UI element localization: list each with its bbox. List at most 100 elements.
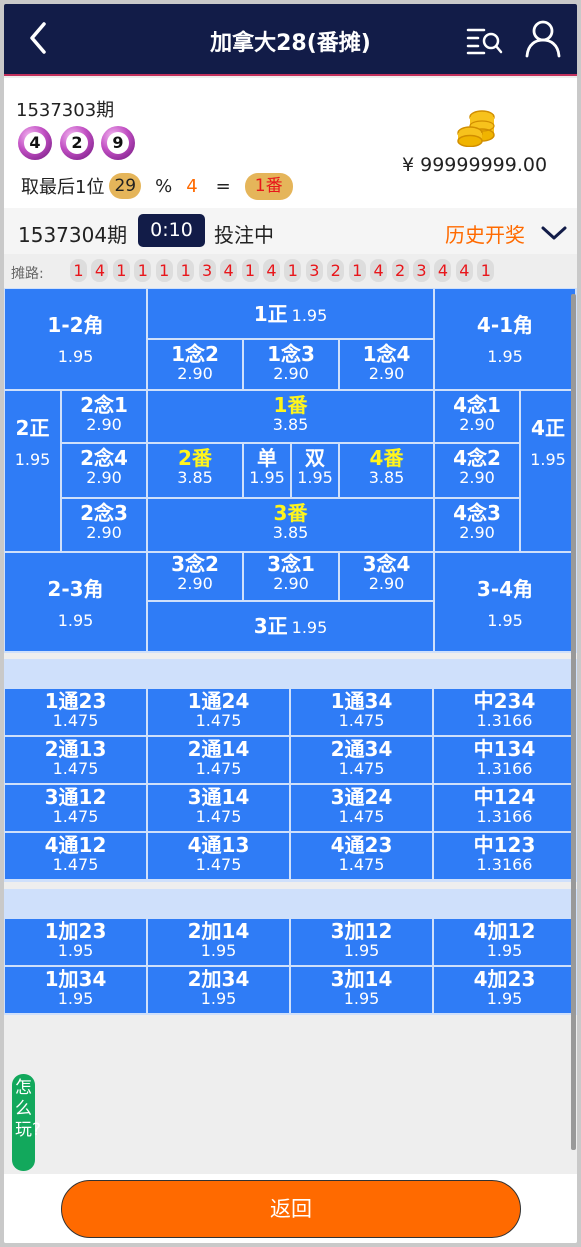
bet-cell-tong-1-2[interactable]: 2通34 1.475 [291,737,432,783]
bet-cell-tong-1-3[interactable]: 中134 1.3166 [434,737,575,783]
bet-cell-n12[interactable]: 1念2 2.90 [148,340,242,389]
back-button[interactable]: 返回 [61,1180,521,1238]
bet-cell-f2[interactable]: 2番 3.85 [148,444,242,497]
bet-cell-c41[interactable]: 4-1角 1.95 [435,289,575,389]
bet-cell-z3[interactable]: 3正 1.95 [148,602,433,651]
bet-cell-tong-1-1[interactable]: 2通14 1.475 [148,737,289,783]
bet-cell-c12[interactable]: 1-2角 1.95 [5,289,146,389]
bet-odds: 1.95 [14,450,51,469]
draw-history-link[interactable]: 历史开奖 [445,219,525,248]
bet-name: 4念3 [453,501,501,525]
bet-name: 4-1角 [476,313,534,337]
bet-odds: 1.475 [52,759,99,778]
scrollbar[interactable] [571,294,576,1150]
bet-cell-jia-1-2[interactable]: 3加14 1.95 [291,967,432,1013]
bet-odds: 1.95 [200,941,237,960]
road-map: 摊路: 14111134141321423441 [4,254,577,287]
bet-cell-tong-2-2[interactable]: 3通24 1.475 [291,785,432,831]
bet-cell-n14[interactable]: 1念4 2.90 [340,340,433,389]
bet-cell-jia-0-0[interactable]: 1加23 1.95 [5,919,146,965]
bet-cell-f1[interactable]: 1番 3.85 [148,391,433,442]
bet-cell-n41[interactable]: 4念1 2.90 [435,391,519,442]
road-item: 1 [177,259,195,282]
bet-cell-c34[interactable]: 3-4角 1.95 [435,553,575,651]
bet-cell-jia-0-1[interactable]: 2加14 1.95 [148,919,289,965]
bet-cell-tong-2-3[interactable]: 中124 1.3166 [434,785,575,831]
bet-cell-jia-1-1[interactable]: 2加34 1.95 [148,967,289,1013]
bet-name: 3-4角 [476,577,534,601]
bet-name: 2通13 [44,737,107,761]
bet-cell-n42[interactable]: 4念2 2.90 [435,444,519,497]
bet-name: 2加14 [187,919,250,943]
how-to-play-button[interactable]: 怎么玩? [12,1074,41,1171]
bet-cell-tong-0-0[interactable]: 1通23 1.475 [5,689,146,735]
road-item: 2 [327,259,345,282]
bet-cell-n32[interactable]: 3念2 2.90 [148,553,242,600]
road-item: 4 [220,259,238,282]
bet-odds: 1.475 [195,711,242,730]
bet-cell-z2[interactable]: 2正 1.95 [5,391,60,551]
road-item: 3 [305,259,323,282]
top-nav-bar: 加拿大28(番摊) [4,4,577,76]
bet-cell-jia-1-0[interactable]: 1加34 1.95 [5,967,146,1013]
bet-cell-n13[interactable]: 1念3 2.90 [244,340,338,389]
bet-cell-jia-0-3[interactable]: 4加12 1.95 [434,919,575,965]
road-item: 1 [241,259,259,282]
bet-cell-n21[interactable]: 2念1 2.90 [62,391,146,442]
bet-odds: 1.3166 [476,855,533,874]
bet-odds: 1.95 [487,611,523,630]
bet-cell-n43[interactable]: 4念3 2.90 [435,499,519,551]
bet-cell-c23[interactable]: 2-3角 1.95 [5,553,146,651]
bet-cell-tong-0-3[interactable]: 中234 1.3166 [434,689,575,735]
bet-cell-f4[interactable]: 4番 3.85 [340,444,433,497]
bet-cell-n34[interactable]: 3念4 2.90 [340,553,433,600]
user-profile-icon[interactable] [524,18,562,58]
bet-cell-n31[interactable]: 3念1 2.90 [244,553,338,600]
bet-cell-tong-3-3[interactable]: 中123 1.3166 [434,833,575,879]
chevron-down-icon[interactable] [540,224,568,242]
bet-odds: 1.95 [57,941,94,960]
bet-cell-dan[interactable]: 单 1.95 [244,444,290,497]
bet-odds: 1.95 [486,989,523,1008]
history-list-icon[interactable] [464,24,504,56]
bet-name: 1-2角 [47,313,104,337]
bet-odds: 3.85 [368,468,405,487]
bet-cell-z4[interactable]: 4正 1.95 [521,391,575,551]
bet-name: 3通12 [44,785,107,809]
bet-cell-n24[interactable]: 2念4 2.90 [62,444,146,497]
bet-odds: 1.95 [291,618,328,637]
bet-name: 1通24 [187,689,250,713]
result-ball: 2 [60,126,94,160]
bet-cell-tong-2-0[interactable]: 3通12 1.475 [5,785,146,831]
bet-odds: 1.95 [530,450,566,469]
app-screen: 加拿大28(番摊) 1537303期 4 2 9 取最后1位 29 % 4 = … [4,4,577,1243]
bet-cell-jia-1-3[interactable]: 4加23 1.95 [434,967,575,1013]
bet-name: 2念1 [80,393,128,417]
bet-cell-tong-0-1[interactable]: 1通24 1.475 [148,689,289,735]
bet-cell-z1[interactable]: 1正 1.95 [148,289,433,338]
bet-cell-tong-3-1[interactable]: 4通13 1.475 [148,833,289,879]
bet-name: 中123 [473,833,536,857]
bet-cell-f3[interactable]: 3番 3.85 [148,499,433,551]
bet-cell-tong-3-2[interactable]: 4通23 1.475 [291,833,432,879]
bet-odds: 1.95 [486,941,523,960]
bet-cell-tong-1-0[interactable]: 2通13 1.475 [5,737,146,783]
bet-cell-jia-0-2[interactable]: 3加12 1.95 [291,919,432,965]
bet-odds: 2.90 [459,523,495,542]
bet-cell-tong-0-2[interactable]: 1通34 1.475 [291,689,432,735]
bet-odds: 1.475 [338,855,385,874]
bet-name: 2通14 [187,737,250,761]
bet-name: 3念4 [362,552,411,576]
road-item: 1 [348,259,366,282]
bet-name: 中234 [473,689,536,713]
bet-name: 3番 [273,501,308,525]
bet-name: 3正 [253,614,288,638]
bet-odds: 1.95 [57,347,94,366]
bet-cell-shuang[interactable]: 双 1.95 [292,444,338,497]
bet-odds: 1.95 [200,989,237,1008]
bet-cell-n23[interactable]: 2念3 2.90 [62,499,146,551]
bet-cell-tong-3-0[interactable]: 4通12 1.475 [5,833,146,879]
bet-cell-tong-2-1[interactable]: 3通14 1.475 [148,785,289,831]
bet-name: 3加12 [330,919,393,943]
bet-odds: 1.95 [343,989,380,1008]
